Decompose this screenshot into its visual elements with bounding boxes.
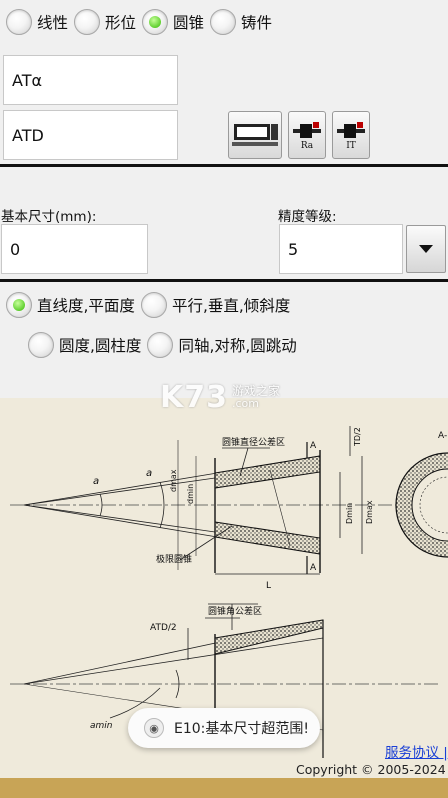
tol-radio-parallel[interactable]: 平行,垂直,倾斜度: [140, 292, 291, 318]
tol-radio-coaxial[interactable]: 同轴,对称,圆跳动: [147, 332, 297, 358]
section-divider: [0, 279, 448, 282]
it-button[interactable]: IT: [332, 111, 370, 159]
type-radio-form-position[interactable]: 形位: [74, 9, 136, 35]
tolerance-radio-row-1: 直线度,平面度 平行,垂直,倾斜度: [6, 292, 296, 318]
basic-size-label: 基本尺寸(mm):: [1, 209, 97, 225]
type-radio-group: 线性 形位 圆锥 铸件: [6, 9, 278, 35]
triangle-down-icon: [419, 245, 433, 253]
section-divider: [0, 164, 448, 167]
radio-circle[interactable]: [6, 9, 32, 35]
watermark-domain: .com: [232, 397, 259, 411]
footer-band: [0, 778, 448, 798]
radio-label: 铸件: [241, 14, 273, 32]
label-cone-diameter-zone: 圆锥直径公差区: [222, 436, 285, 448]
symbol-A-right: A-: [438, 431, 447, 441]
watermark-brand: K73: [160, 380, 228, 415]
symbol-A-bottom: A: [310, 563, 317, 573]
roughness-button[interactable]: Ra: [288, 111, 326, 159]
radio-label: 直线度,平面度: [37, 297, 135, 315]
radio-circle[interactable]: [74, 9, 101, 35]
gauge-icon: [337, 121, 365, 138]
radio-circle[interactable]: [6, 292, 32, 318]
radio-label: 圆度,圆柱度: [59, 337, 142, 355]
result-field-atd[interactable]: ATD: [3, 110, 178, 160]
computer-icon: [232, 124, 278, 146]
gauge-icon: [293, 121, 321, 138]
site-watermark: K73 游戏之家 .com: [160, 380, 280, 415]
grade-select[interactable]: 5: [279, 224, 403, 274]
radio-circle[interactable]: [28, 332, 54, 358]
radio-label: 圆锥: [173, 14, 205, 32]
symbol-A-top: A: [310, 441, 317, 451]
type-radio-casting[interactable]: 铸件: [210, 9, 272, 35]
radio-label: 同轴,对称,圆跳动: [178, 337, 297, 355]
service-agreement-link[interactable]: 服务协议 |: [385, 741, 448, 761]
grade-value: 5: [288, 239, 299, 259]
label-limit-cone: 极限圆锥: [156, 553, 192, 565]
tolerance-radio-row-2: 圆度,圆柱度 同轴,对称,圆跳动: [28, 332, 303, 358]
result-field-text: ATα: [12, 70, 43, 90]
computer-button[interactable]: [228, 111, 282, 159]
radio-circle[interactable]: [210, 9, 237, 35]
basic-size-input[interactable]: 0: [1, 224, 148, 274]
radio-circle[interactable]: [147, 332, 174, 358]
result-field-text: ATD: [12, 125, 44, 145]
roughness-button-label: Ra: [300, 140, 314, 151]
symbol-a-outer: a: [93, 476, 99, 487]
radio-circle[interactable]: [142, 9, 169, 35]
symbol-Dmin: Dmin: [345, 503, 354, 524]
type-radio-linear[interactable]: 线性: [6, 9, 68, 35]
grade-label: 精度等级:: [278, 209, 337, 225]
copyright-text: Copyright © 2005-2024 Y: [296, 762, 448, 777]
grade-dropdown-button[interactable]: [406, 225, 446, 273]
type-radio-cone[interactable]: 圆锥: [142, 9, 204, 35]
symbol-amin: amin: [90, 721, 113, 731]
basic-size-value: 0: [10, 239, 21, 259]
symbol-dmin: dmin: [186, 484, 195, 504]
radio-label: 平行,垂直,倾斜度: [171, 297, 291, 315]
result-field-at-alpha[interactable]: ATα: [3, 55, 178, 105]
symbol-ATD2: ATD/2: [150, 623, 177, 633]
toast-message: E10:基本尺寸超范围!: [174, 721, 309, 737]
radio-label: 线性: [37, 14, 69, 32]
app-icon: ◉: [144, 718, 164, 738]
radio-circle[interactable]: [140, 292, 167, 318]
label-cone-angle-zone: 圆锥角公差区: [208, 605, 262, 617]
tol-radio-roundness[interactable]: 圆度,圆柱度: [28, 332, 141, 358]
error-toast: ◉ E10:基本尺寸超范围!: [128, 708, 320, 748]
radio-label: 形位: [105, 14, 137, 32]
tol-radio-straightness[interactable]: 直线度,平面度: [6, 292, 135, 318]
symbol-L: L: [266, 581, 271, 591]
it-button-label: IT: [346, 140, 356, 151]
symbol-TD2: TD/2: [353, 427, 362, 447]
symbol-a-inner: a: [146, 468, 152, 479]
symbol-dmax: dmax: [169, 469, 178, 492]
symbol-Dmax: Dmax: [365, 500, 374, 524]
